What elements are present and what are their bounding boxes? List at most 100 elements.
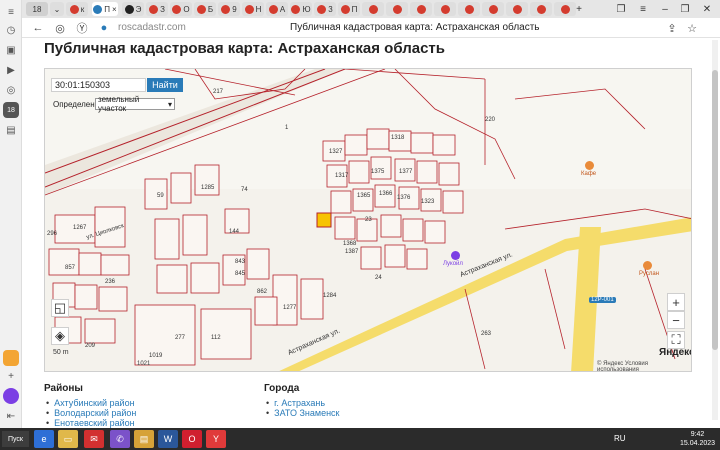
parcel-label: 845 [235,271,246,277]
viber-icon[interactable]: ✆ [110,430,130,448]
tab-3[interactable]: Э [122,2,144,16]
tab-13[interactable] [362,2,384,16]
district-link[interactable]: Володарский район [46,408,136,418]
parcel-label: 236 [105,279,116,285]
opera-icon[interactable]: O [182,430,202,448]
tab-20[interactable] [530,2,552,16]
fuel-marker-icon[interactable] [643,261,652,270]
poi-label: Руслан [639,271,660,277]
city-link[interactable]: ЗАТО Знаменск [266,408,339,418]
parcel-label: 843 [235,259,246,265]
site-favicon-icon [69,4,79,14]
tab-15[interactable] [410,2,432,16]
protect-icon[interactable]: ◎ [52,20,68,36]
district-link[interactable]: Енотаевский район [46,418,135,428]
parcel-label: 1387 [345,249,359,255]
site-favicon-icon [291,4,301,14]
site-favicon-icon [149,4,159,14]
downloads-icon[interactable]: ≡ [636,2,650,16]
tab-active[interactable]: П × [92,2,118,16]
tab-7[interactable]: 9 [218,2,240,16]
back-button[interactable]: ← [30,20,46,36]
parcel-label: 1285 [201,185,215,191]
start-button[interactable]: Пуск [2,431,29,447]
selected-parcel[interactable] [316,212,332,228]
district-link[interactable]: Ахтубинский район [46,398,134,408]
tab-counter[interactable]: 18 [26,2,48,16]
zoom-in-button[interactable]: + [667,293,685,311]
winrar-icon[interactable]: ▤ [134,430,154,448]
definition-select[interactable]: земельный участок ▾ [95,95,175,113]
yandex-browser-icon[interactable]: Y [206,430,226,448]
tab-1[interactable]: к [66,2,88,16]
close-icon[interactable]: × [112,5,117,14]
cadastral-search-input[interactable] [51,78,146,92]
tab-14[interactable] [386,2,408,16]
age-rating-icon[interactable]: 18 [3,102,19,118]
tab-11[interactable]: 3 [314,2,336,16]
fuel-station-icon[interactable] [451,251,460,260]
site-favicon-icon [536,4,546,14]
city-link[interactable]: г. Астрахань [266,398,325,408]
scrollbar-thumb[interactable] [712,70,718,350]
site-favicon-icon [416,4,426,14]
media-icon[interactable]: ◎ [3,82,19,98]
url-field[interactable]: roscadastr.com [118,22,186,33]
map-attribution[interactable]: © Яндекс Условия использования [597,361,691,371]
history-icon[interactable]: ◷ [3,22,19,38]
map-canvas[interactable]: 217 1 220 1318 1285 74 1267 296 1327 136… [45,69,692,372]
play-icon[interactable]: ▶ [3,62,19,78]
tab-4[interactable]: З [146,2,168,16]
minimize-button[interactable]: – [658,2,672,16]
tab-label: А [279,4,286,14]
collections-icon[interactable]: ❐ [614,2,628,16]
parcel-label: 220 [485,117,496,123]
menu-icon[interactable]: ≡ [3,4,19,20]
share-icon[interactable]: ⇪ [664,20,680,36]
ie-icon[interactable]: e [34,430,54,448]
page-scrollbar[interactable] [712,40,718,420]
tab-18[interactable] [482,2,504,16]
cafe-marker-icon[interactable] [585,161,594,170]
word-icon[interactable]: W [158,430,178,448]
alice-icon[interactable] [3,388,19,404]
browser-sidebar: ≡ ◷ ▣ ▶ ◎ 18 ▤ + ⇤ [0,0,22,428]
notes-icon[interactable] [3,350,19,366]
layers-button[interactable]: ◈ [51,327,69,345]
search-button[interactable]: Найти [147,78,183,92]
language-indicator[interactable]: RU [614,434,626,443]
tab-10[interactable]: Ю [290,2,312,16]
start-label: Пуск [7,435,23,443]
clock[interactable]: 9:42 15.04.2023 [680,430,715,448]
tab-list-button[interactable]: ⌄ [50,2,64,16]
tab-6[interactable]: Б [194,2,216,16]
restore-button[interactable]: ❐ [678,2,692,16]
site-favicon-icon [440,4,450,14]
tab-5[interactable]: О [170,2,192,16]
mail-icon[interactable]: ✉ [84,430,104,448]
tab-16[interactable] [434,2,456,16]
bookmarks-icon[interactable]: ▣ [3,42,19,58]
file-explorer-icon[interactable]: ▭ [58,430,78,448]
site-favicon-icon [268,4,278,14]
cadastral-map[interactable]: 217 1 220 1318 1285 74 1267 296 1327 136… [44,68,692,372]
ruler-tool-button[interactable]: ◱ [51,299,69,317]
parcel-label: 23 [365,217,372,223]
tab-8[interactable]: Н [242,2,264,16]
new-tab-button[interactable]: + [572,2,586,16]
yandex-icon[interactable]: Ⓨ [74,20,90,36]
site-lock-icon[interactable]: ● [96,20,112,36]
add-icon[interactable]: + [3,368,19,384]
sidebar-toggle-icon[interactable]: ⇤ [3,408,19,424]
tab-12[interactable]: П [338,2,360,16]
close-window-button[interactable]: ✕ [700,2,714,16]
tab-19[interactable] [506,2,528,16]
extensions-icon[interactable]: ▤ [3,122,19,138]
tab-label: Э [135,4,142,14]
tab-17[interactable] [458,2,480,16]
zoom-out-button[interactable]: − [667,311,685,329]
bookmark-star-icon[interactable]: ☆ [684,20,700,36]
tab-label: Б [207,4,214,14]
parcel-label: 1368 [343,241,357,247]
tab-9[interactable]: А [266,2,288,16]
